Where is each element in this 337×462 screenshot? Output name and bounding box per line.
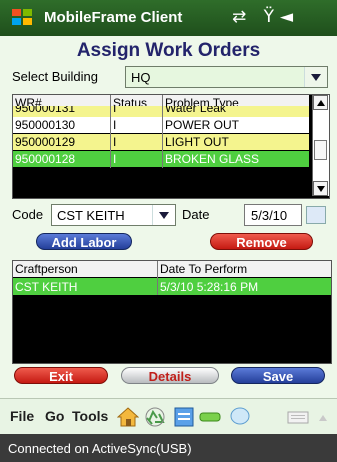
column-divider xyxy=(162,95,163,168)
menu-bar: File Go Tools xyxy=(0,398,337,435)
home-icon[interactable] xyxy=(117,406,139,428)
work-order-grid[interactable]: WR# Status Problem Type 950000131 I Wate… xyxy=(12,94,330,199)
cell-problem: BROKEN GLASS xyxy=(165,152,260,166)
table-row-selected[interactable]: 950000128 I BROKEN GLASS xyxy=(13,151,309,167)
document-icon[interactable] xyxy=(173,406,195,428)
recycle-icon[interactable] xyxy=(144,406,166,428)
keyboard-icon[interactable] xyxy=(287,411,309,424)
app-window-title: MobileFrame Client xyxy=(44,9,183,26)
connection-status: Connected on ActiveSync(USB) xyxy=(8,441,192,456)
menu-tools[interactable]: Tools xyxy=(72,408,108,424)
cell-status: I xyxy=(113,135,117,149)
globe-icon[interactable] xyxy=(229,405,251,427)
date-field[interactable]: 5/3/10 xyxy=(244,204,302,226)
cell-problem: LIGHT OUT xyxy=(165,135,229,149)
remove-button[interactable]: Remove xyxy=(210,233,313,250)
column-divider xyxy=(157,261,158,295)
code-select-value: CST KEITH xyxy=(57,208,125,223)
labor-grid-header: Craftperson Date To Perform xyxy=(13,261,331,277)
cell-status: I xyxy=(113,152,117,166)
cell-craftperson: CST KEITH xyxy=(15,280,78,294)
cell-wr: 950000129 xyxy=(15,135,76,149)
cell-wr: 950000128 xyxy=(15,152,76,166)
cell-status: I xyxy=(113,106,117,115)
page-title: Assign Work Orders xyxy=(76,40,261,61)
app-body: Assign Work Orders Select Building HQ WR… xyxy=(0,36,337,434)
save-button[interactable]: Save xyxy=(231,367,325,384)
labor-row-selected[interactable]: CST KEITH 5/3/10 5:28:16 PM xyxy=(13,278,331,295)
column-divider xyxy=(110,95,111,168)
chevron-down-icon[interactable] xyxy=(304,67,327,87)
code-label: Code xyxy=(12,207,44,222)
chevron-down-icon[interactable] xyxy=(152,205,175,225)
status-tray-icons[interactable]: ⇄ Ÿ◄ xyxy=(232,7,299,27)
code-select[interactable]: CST KEITH xyxy=(51,204,176,226)
scroll-down-icon[interactable] xyxy=(313,181,328,196)
building-select[interactable]: HQ xyxy=(125,66,328,88)
device-screen: MobileFrame Client ⇄ Ÿ◄ Assign Work Orde… xyxy=(0,0,337,462)
column-header-date-to-perform[interactable]: Date To Perform xyxy=(160,262,247,276)
calendar-icon[interactable] xyxy=(306,206,326,224)
cell-date-to-perform: 5/3/10 5:28:16 PM xyxy=(160,280,259,294)
building-select-value: HQ xyxy=(131,70,151,85)
caret-up-icon[interactable] xyxy=(318,414,328,422)
title-bar: MobileFrame Client ⇄ Ÿ◄ xyxy=(0,0,337,36)
table-row[interactable]: 950000129 I LIGHT OUT xyxy=(13,134,309,150)
menu-file[interactable]: File xyxy=(10,408,34,424)
date-label: Date xyxy=(182,207,210,222)
cell-wr: 950000130 xyxy=(15,118,76,132)
battery-icon[interactable] xyxy=(199,410,223,424)
column-header-craftperson[interactable]: Craftperson xyxy=(15,262,78,276)
table-row[interactable]: 950000131 I Water Leak xyxy=(13,106,309,117)
cell-status: I xyxy=(113,118,117,132)
date-field-value: 5/3/10 xyxy=(251,208,288,223)
exit-button[interactable]: Exit xyxy=(14,367,108,384)
status-bar: Connected on ActiveSync(USB) xyxy=(0,434,337,462)
cell-problem: POWER OUT xyxy=(165,118,239,132)
details-button[interactable]: Details xyxy=(121,367,219,384)
scroll-thumb[interactable] xyxy=(314,140,327,160)
grid-scrollbar[interactable] xyxy=(312,95,329,196)
building-label: Select Building xyxy=(12,69,98,84)
menu-go[interactable]: Go xyxy=(45,408,64,424)
table-row[interactable]: 950000130 I POWER OUT xyxy=(13,117,309,133)
cell-problem: Water Leak xyxy=(165,106,226,115)
scroll-up-icon[interactable] xyxy=(313,95,328,110)
start-icon[interactable] xyxy=(12,9,34,27)
add-labor-button[interactable]: Add Labor xyxy=(36,233,132,250)
cell-wr: 950000131 xyxy=(15,106,76,115)
labor-grid[interactable]: Craftperson Date To Perform CST KEITH 5/… xyxy=(12,260,332,364)
